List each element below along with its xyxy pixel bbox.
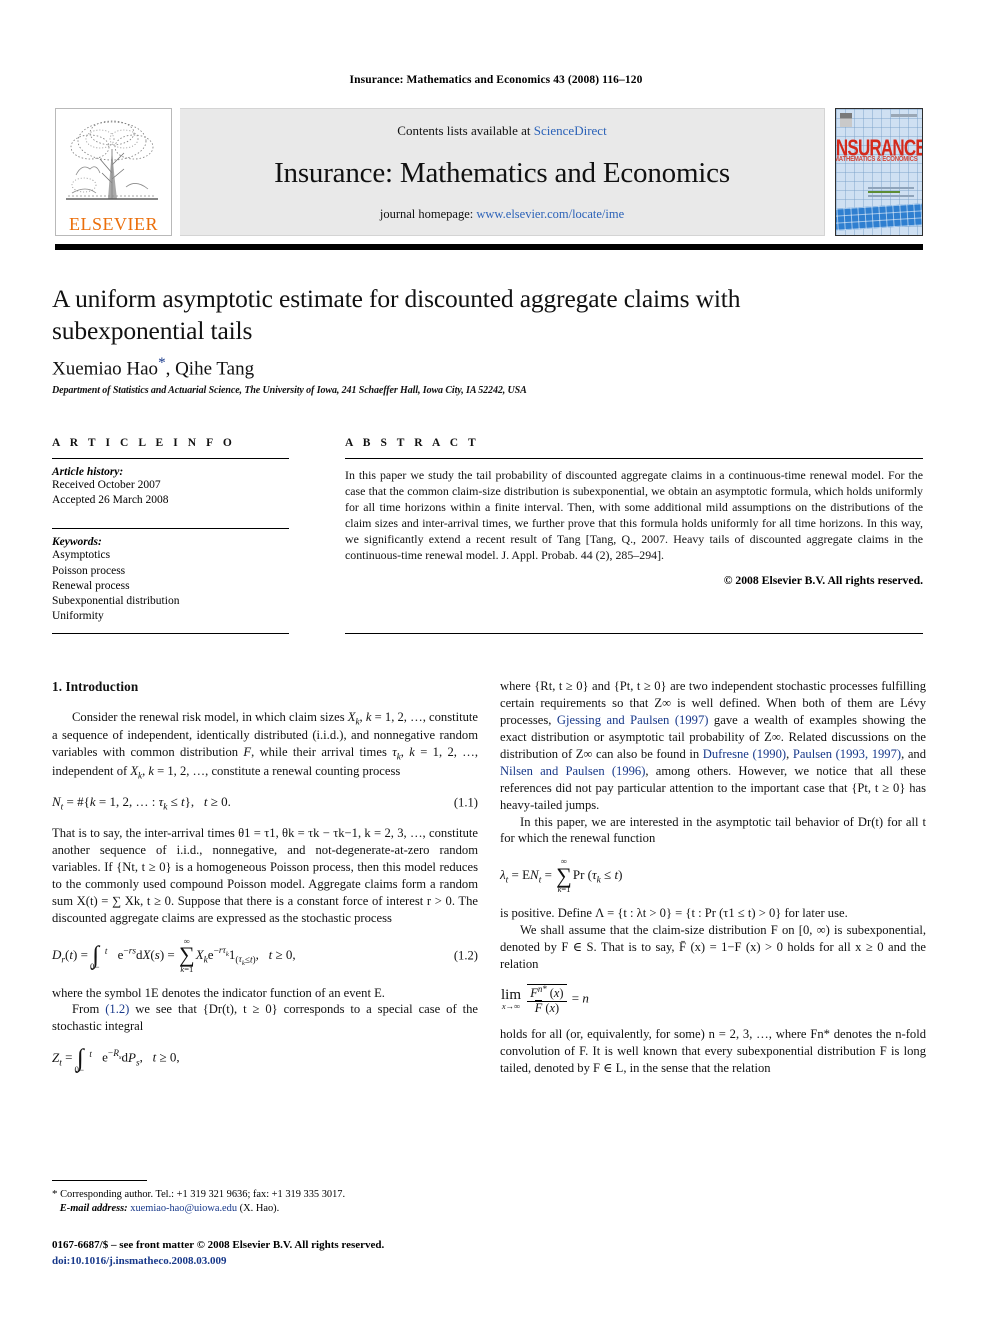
corresponding-author-marker: * bbox=[158, 355, 166, 371]
keyword-item: Poisson process bbox=[52, 564, 126, 577]
citation-dufresne[interactable]: Dufresne bbox=[703, 747, 749, 761]
running-head: Insurance: Mathematics and Economics 43 … bbox=[349, 74, 643, 86]
article-history-received: Received October 2007 bbox=[52, 479, 161, 491]
article-history-accepted: Accepted 26 March 2008 bbox=[52, 494, 169, 507]
journal-cover-thumbnail: INSURANCE MATHEMATICS & ECONOMICS bbox=[835, 108, 923, 236]
equation-number: (1.2) bbox=[453, 948, 478, 963]
footnote-corresponding-text: Corresponding author. Tel.: +1 319 321 9… bbox=[60, 1189, 346, 1200]
equation-1-2: Dr(t) = ∫0− t e−rsdX(s) = ∞ ∑ k=1 Xke−rτk1(… bbox=[52, 935, 478, 974]
elsevier-tree-icon bbox=[66, 120, 158, 200]
elsevier-logo-box: ELSEVIER bbox=[55, 108, 172, 236]
text-run: , bbox=[786, 746, 793, 761]
imprint-front-matter: 0167-6687/$ – see front matter © 2008 El… bbox=[52, 1239, 385, 1251]
abstract-heading: A B S T R A C T bbox=[345, 437, 480, 449]
author-secondary: , Qihe Tang bbox=[165, 358, 255, 380]
citation-paulsen[interactable]: Paulsen bbox=[793, 747, 832, 761]
abstract-text: In this paper we study the tail probabil… bbox=[345, 468, 923, 562]
body-column-right: where {Rt, t ≥ 0} and {Pt, t ≥ 0} are tw… bbox=[500, 678, 926, 1077]
text-run: = 1, 2, …, constitute a renewal counting… bbox=[153, 764, 401, 779]
article-history-block: Article history: Received October 2007 A… bbox=[52, 459, 289, 508]
article-info-heading: A R T I C L E I N F O bbox=[52, 437, 236, 449]
keyword-item: Uniformity bbox=[52, 610, 104, 623]
elsevier-wordmark: ELSEVIER bbox=[69, 214, 158, 234]
page-title: A uniform asymptotic estimate for discou… bbox=[52, 284, 741, 346]
text-run: , and bbox=[901, 746, 927, 761]
keywords-label: Keywords: bbox=[52, 536, 102, 549]
equation-subexponential-limit: lim x→∞ Fn* (x) F (x) = n bbox=[501, 983, 589, 1015]
paragraph-indicator-function: where the symbol 1E denotes the indicato… bbox=[52, 985, 478, 1002]
abstract-column: A B S T R A C T In this paper we study t… bbox=[345, 437, 923, 587]
abstract-bottom-rule bbox=[345, 633, 923, 634]
author-primary: Xuemiao Hao bbox=[52, 358, 159, 380]
article-info-column: A R T I C L E I N F O Article history: R… bbox=[52, 437, 289, 624]
equation-number: (1.1) bbox=[453, 795, 478, 810]
journal-header-band: ELSEVIER Contents lists available at Sci… bbox=[55, 108, 923, 236]
journal-title: Insurance: Mathematics and Economics bbox=[274, 156, 730, 189]
footnote-marker: * bbox=[52, 1188, 58, 1200]
author-list: Xuemiao Hao*, Qihe Tang bbox=[52, 355, 882, 380]
email-address-owner: (X. Hao). bbox=[239, 1203, 280, 1215]
email-address-link[interactable]: xuemiao-hao@uiowa.edu bbox=[130, 1203, 237, 1214]
keywords-block: Keywords: Asymptotics Poisson process Re… bbox=[52, 529, 289, 624]
equation-renewal-function: λt = ENt = ∞ ∑ k=1 Pr (τk ≤ t) bbox=[500, 856, 623, 895]
text-run: From bbox=[72, 1002, 106, 1017]
keyword-item: Renewal process bbox=[52, 579, 130, 592]
cover-midtext-lines bbox=[868, 187, 914, 199]
cover-top-note bbox=[891, 114, 917, 117]
text-run: holds for all (or, equivalently, for som… bbox=[500, 1027, 926, 1076]
citation-year[interactable]: (1993, 1997) bbox=[836, 747, 902, 761]
keyword-item: Subexponential distribution bbox=[52, 594, 180, 607]
sciencedirect-link[interactable]: ScienceDirect bbox=[534, 123, 607, 138]
equation-cross-reference[interactable]: (1.2) bbox=[105, 1002, 129, 1016]
contents-lists-line: Contents lists available at ScienceDirec… bbox=[397, 123, 606, 139]
text-run: , while their arrival times bbox=[251, 745, 393, 760]
abstract-copyright: © 2008 Elsevier B.V. All rights reserved… bbox=[723, 574, 923, 587]
section-heading-introduction: 1. Introduction bbox=[52, 679, 139, 694]
header-divider-rule bbox=[55, 244, 923, 250]
cover-subtitle-text: MATHEMATICS & ECONOMICS bbox=[835, 156, 918, 164]
paper-page: Insurance: Mathematics and Economics 43 … bbox=[0, 0, 992, 1323]
text-run: We shall assume that the claim-size dist… bbox=[500, 923, 926, 972]
text-run: In this paper, we are interested in the … bbox=[500, 814, 926, 846]
text-run: where the symbol 1E denotes the indicato… bbox=[52, 985, 385, 1000]
email-address-label: E-mail address: bbox=[59, 1203, 128, 1215]
paragraph-asymptotic-tail-behavior: In this paper, we are interested in the … bbox=[500, 814, 926, 848]
article-history-label: Article history: bbox=[52, 466, 124, 478]
paragraph-levy-processes: where {Rt, t ≥ 0} and {Pt, t ≥ 0} are tw… bbox=[500, 678, 926, 814]
journal-homepage-link[interactable]: www.elsevier.com/locate/ime bbox=[476, 207, 624, 221]
citation-gjessing-paulsen[interactable]: Gjessing and Paulsen bbox=[557, 713, 669, 727]
paragraph-stochastic-integral: From (1.2) we see that {Dr(t), t ≥ 0} co… bbox=[52, 1001, 478, 1035]
paragraph-define-lambda-set: is positive. Define Λ = {t : λt > 0} = {… bbox=[500, 905, 926, 922]
cover-barcode-icon bbox=[840, 113, 852, 127]
paragraph-long-tailed: holds for all (or, equivalently, for som… bbox=[500, 1026, 926, 1077]
paragraph-subexponential-assumption: We shall assume that the claim-size dist… bbox=[500, 922, 926, 973]
text-run: That is to say, the inter-arrival times … bbox=[52, 826, 478, 925]
author-affiliation: Department of Statistics and Actuarial S… bbox=[52, 385, 527, 396]
citation-year[interactable]: (1996) bbox=[612, 764, 646, 778]
doi-link[interactable]: doi:10.1016/j.insmatheco.2008.03.009 bbox=[52, 1254, 482, 1270]
citation-nilsen-paulsen[interactable]: Nilsen and Paulsen bbox=[500, 764, 605, 778]
paragraph-consider-renewal: Consider the renewal risk model, in whic… bbox=[52, 709, 479, 781]
equation-1-1: Nt = #{k = 1, 2, … : τk ≤ t}, t ≥ 0. (1.… bbox=[52, 793, 478, 813]
text-run: is positive. Define Λ = {t : λt > 0} = {… bbox=[500, 906, 848, 921]
journal-banner: Contents lists available at ScienceDirec… bbox=[180, 108, 825, 236]
article-info-bottom-rule bbox=[52, 633, 289, 634]
imprint-block: 0167-6687/$ – see front matter © 2008 El… bbox=[52, 1238, 482, 1269]
text-run: Consider the renewal risk model, in whic… bbox=[72, 709, 348, 724]
footnote-corresponding-author: * Corresponding author. Tel.: +1 319 321… bbox=[52, 1187, 472, 1217]
contents-lists-prefix: Contents lists available at bbox=[397, 123, 534, 138]
equation-Zt: Zt = ∫0− t e−RsdPs, t ≥ 0, bbox=[52, 1045, 180, 1076]
text-run: , bbox=[400, 745, 410, 760]
footnote-divider-rule bbox=[52, 1180, 147, 1181]
citation-year[interactable]: (1990) bbox=[753, 747, 787, 761]
body-column-left: 1. Introduction Consider the renewal ris… bbox=[52, 678, 478, 1082]
paragraph-inter-arrival: That is to say, the inter-arrival times … bbox=[52, 825, 478, 927]
journal-homepage-line: journal homepage: www.elsevier.com/locat… bbox=[380, 207, 624, 222]
keyword-item: Asymptotics bbox=[52, 549, 111, 562]
citation-year[interactable]: (1997) bbox=[675, 713, 709, 727]
journal-homepage-label: journal homepage: bbox=[379, 207, 477, 221]
